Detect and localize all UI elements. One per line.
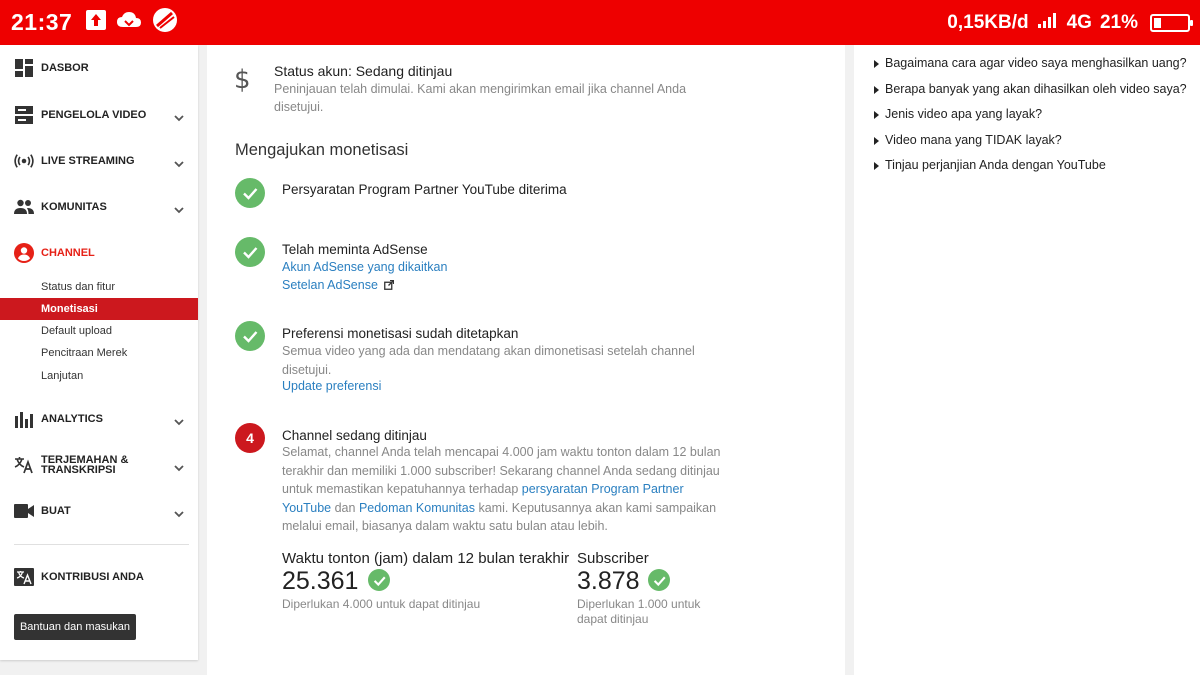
step-number-badge: 4 xyxy=(235,423,265,453)
check-icon xyxy=(648,569,670,591)
chevron-down-icon xyxy=(174,506,184,518)
triangle-right-icon xyxy=(874,59,879,68)
sidebar-item-translation[interactable]: TERJEMAHAN & TRANSKRIPSI xyxy=(0,450,198,480)
video-manager-icon xyxy=(14,105,34,125)
sidebar-item-label: KONTRIBUSI ANDA xyxy=(41,570,144,583)
chevron-down-icon xyxy=(174,110,184,122)
subscriber-label: Subscriber xyxy=(577,550,649,567)
help-feedback-button[interactable]: Bantuan dan masukan xyxy=(14,614,136,640)
step-title: Telah meminta AdSense xyxy=(282,242,428,257)
step-title: Preferensi monetisasi sudah ditetapkan xyxy=(282,326,519,341)
account-status-title: Status akun: Sedang ditinjau xyxy=(274,63,453,79)
sidebar-item-community[interactable]: KOMUNITAS xyxy=(0,192,198,222)
main-content: $ Status akun: Sedang ditinjau Peninjaua… xyxy=(207,45,845,675)
sidebar: DASBOR PENGELOLA VIDEO LIVE STREAMING KO… xyxy=(0,45,198,660)
signal-icon xyxy=(1037,11,1059,35)
section-title: Mengajukan monetisasi xyxy=(235,141,409,159)
watch-time-requirement: Diperlukan 4.000 untuk dapat ditinjau xyxy=(282,597,481,611)
triangle-right-icon xyxy=(874,136,879,145)
sidebar-item-label: BUAT xyxy=(41,504,71,517)
step-title: Persyaratan Program Partner YouTube dite… xyxy=(282,182,567,197)
channel-icon xyxy=(14,243,34,263)
sidebar-item-channel[interactable]: CHANNEL xyxy=(0,238,198,268)
faq-text[interactable]: Video mana yang TIDAK layak? xyxy=(885,133,1062,147)
sidebar-subitem-upload-defaults[interactable]: Default upload xyxy=(0,320,198,342)
contribute-icon xyxy=(14,567,34,587)
dollar-icon: $ xyxy=(234,65,251,95)
update-preferences-link[interactable]: Update preferensi xyxy=(282,379,381,393)
analytics-icon xyxy=(14,409,34,429)
faq-text[interactable]: Jenis video apa yang layak? xyxy=(885,107,1042,121)
sidebar-subitem-advanced[interactable]: Lanjutan xyxy=(0,365,198,387)
triangle-right-icon xyxy=(874,161,879,170)
step-desc: Selamat, channel Anda telah mencapai 4.0… xyxy=(282,443,722,536)
faq-text[interactable]: Berapa banyak yang akan dihasilkan oleh … xyxy=(885,82,1187,96)
sidebar-item-create[interactable]: BUAT xyxy=(0,496,198,526)
faq-link[interactable]: Video mana yang TIDAK layak? xyxy=(874,133,1062,147)
app-notification-icon xyxy=(152,7,178,38)
chevron-down-icon xyxy=(174,414,184,426)
step-desc: Semua video yang ada dan mendatang akan … xyxy=(282,344,695,377)
adsense-settings-link[interactable]: Setelan AdSense xyxy=(282,278,395,293)
sidebar-item-contribute[interactable]: KONTRIBUSI ANDA xyxy=(0,562,198,592)
subscriber-requirement: Diperlukan 1.000 untuk dapat ditinjau xyxy=(577,597,701,626)
step-title: Channel sedang ditinjau xyxy=(282,428,427,443)
check-icon xyxy=(235,237,265,267)
watch-time-value: 25.361 xyxy=(282,567,359,595)
triangle-right-icon xyxy=(874,85,879,94)
sidebar-item-label-line2: TRANSKRIPSI xyxy=(41,464,116,476)
sidebar-item-analytics[interactable]: ANALYTICS xyxy=(0,404,198,434)
chevron-down-icon xyxy=(174,460,184,472)
chevron-down-icon xyxy=(174,156,184,168)
triangle-right-icon xyxy=(874,110,879,119)
sidebar-item-label: PENGELOLA VIDEO xyxy=(41,108,147,121)
faq-link[interactable]: Jenis video apa yang layak? xyxy=(874,107,1042,121)
help-panel: Bagaimana cara agar video saya menghasil… xyxy=(854,45,1200,675)
sidebar-item-label: CHANNEL xyxy=(41,246,95,259)
sidebar-item-label: LIVE STREAMING xyxy=(41,154,135,167)
translate-icon xyxy=(14,455,34,475)
check-icon xyxy=(235,178,265,208)
check-icon xyxy=(235,321,265,351)
faq-link[interactable]: Bagaimana cara agar video saya menghasil… xyxy=(874,56,1187,70)
live-streaming-icon xyxy=(14,151,34,171)
adsense-settings-label[interactable]: Setelan AdSense xyxy=(282,278,378,292)
community-icon xyxy=(14,197,34,217)
create-icon xyxy=(14,501,34,521)
chevron-down-icon xyxy=(174,202,184,214)
faq-text[interactable]: Tinjau perjanjian Anda dengan YouTube xyxy=(885,158,1106,172)
battery-percent: 21% xyxy=(1099,11,1138,33)
check-icon xyxy=(368,569,390,591)
sidebar-item-label: KOMUNITAS xyxy=(41,200,107,213)
cloud-sync-icon xyxy=(116,10,142,35)
sidebar-item-label: ANALYTICS xyxy=(41,412,103,425)
linked-adsense-link[interactable]: Akun AdSense yang dikaitkan xyxy=(282,260,447,274)
sidebar-subitem-status[interactable]: Status dan fitur xyxy=(0,276,198,298)
network-type: 4G xyxy=(1066,11,1092,33)
external-link-icon xyxy=(384,279,395,293)
faq-link[interactable]: Berapa banyak yang akan dihasilkan oleh … xyxy=(874,82,1187,96)
step-desc-text: dan xyxy=(331,500,359,515)
net-speed: 0,15KB/d xyxy=(947,11,1029,33)
sidebar-item-live-streaming[interactable]: LIVE STREAMING xyxy=(0,146,198,176)
status-time: 21:37 xyxy=(11,9,73,35)
dashboard-icon xyxy=(14,58,34,78)
subscriber-value: 3.878 xyxy=(577,567,640,595)
status-bar: 21:37 0,15KB/d 4G 21% xyxy=(0,0,1200,45)
upload-notification-icon xyxy=(86,10,107,35)
account-status-desc: Peninjauan telah dimulai. Kami akan meng… xyxy=(274,82,687,114)
sidebar-item-video-manager[interactable]: PENGELOLA VIDEO xyxy=(0,100,198,130)
faq-link[interactable]: Tinjau perjanjian Anda dengan YouTube xyxy=(874,158,1106,172)
faq-text[interactable]: Bagaimana cara agar video saya menghasil… xyxy=(885,56,1187,70)
battery-icon xyxy=(1150,13,1193,32)
sidebar-item-label: DASBOR xyxy=(41,61,89,74)
community-guidelines-link[interactable]: Pedoman Komunitas xyxy=(359,501,475,515)
sidebar-subitem-monetization[interactable]: Monetisasi xyxy=(0,298,198,320)
sidebar-subitem-branding[interactable]: Pencitraan Merek xyxy=(0,342,198,364)
sidebar-divider xyxy=(14,544,189,545)
sidebar-item-dashboard[interactable]: DASBOR xyxy=(0,53,198,83)
watch-time-label: Waktu tonton (jam) dalam 12 bulan terakh… xyxy=(282,550,570,567)
